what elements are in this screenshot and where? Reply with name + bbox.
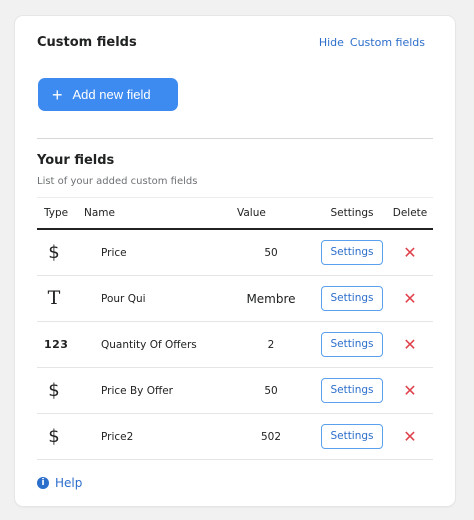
settings-button[interactable]: Settings — [321, 332, 383, 357]
table-row: $ Price By Offer 50 Settings ✕ — [37, 368, 433, 414]
help-link[interactable]: i Help — [37, 476, 82, 490]
column-header-settings: Settings — [330, 207, 374, 219]
custom-fields-link[interactable]: Custom fields — [350, 36, 425, 49]
custom-fields-card: Custom fields Hide Custom fields + Add n… — [15, 16, 455, 506]
table-header: Type Name Value Settings Delete — [37, 198, 433, 230]
delete-icon[interactable]: ✕ — [403, 289, 416, 308]
settings-button[interactable]: Settings — [321, 286, 383, 311]
plus-icon: + — [52, 84, 63, 105]
add-new-field-button[interactable]: + Add new field — [38, 78, 178, 111]
header-links: Hide Custom fields — [319, 36, 425, 49]
column-header-name: Name — [84, 207, 115, 219]
column-header-delete: Delete — [392, 207, 428, 219]
number-icon: 123 — [44, 337, 69, 351]
fields-table: Type Name Value Settings Delete $ Price … — [37, 197, 433, 460]
card-title: Custom fields — [37, 35, 137, 50]
text-icon: T — [47, 287, 61, 309]
divider — [37, 138, 433, 139]
delete-icon[interactable]: ✕ — [403, 427, 416, 446]
info-icon: i — [37, 477, 49, 489]
field-name: Price — [101, 246, 127, 259]
column-header-type: Type — [44, 207, 69, 219]
table-row: $ Price 50 Settings ✕ — [37, 230, 433, 276]
dollar-icon: $ — [48, 379, 60, 401]
dollar-icon: $ — [48, 425, 60, 447]
hide-link[interactable]: Hide — [319, 36, 344, 49]
add-new-field-label: Add new field — [72, 87, 151, 102]
help-label: Help — [55, 476, 83, 490]
field-name: Price By Offer — [101, 384, 173, 397]
table-row: 123 Quantity Of Offers 2 Settings ✕ — [37, 322, 433, 368]
field-value: 2 — [267, 338, 275, 351]
field-value: 50 — [264, 246, 278, 259]
column-header-value: Value — [237, 207, 266, 219]
field-value: 50 — [264, 384, 278, 397]
section-title: Your fields — [37, 153, 115, 168]
field-name: Price2 — [101, 430, 134, 443]
delete-icon[interactable]: ✕ — [403, 243, 416, 262]
dollar-icon: $ — [48, 241, 60, 263]
delete-icon[interactable]: ✕ — [403, 381, 416, 400]
delete-icon[interactable]: ✕ — [403, 335, 416, 354]
table-row: $ Price2 502 Settings ✕ — [37, 414, 433, 460]
field-name: Quantity Of Offers — [101, 338, 197, 351]
field-value: Membre — [246, 291, 296, 306]
settings-button[interactable]: Settings — [321, 240, 383, 265]
field-name: Pour Qui — [101, 292, 146, 305]
settings-button[interactable]: Settings — [321, 378, 383, 403]
field-value: 502 — [260, 430, 282, 443]
section-subtitle: List of your added custom fields — [37, 176, 198, 187]
settings-button[interactable]: Settings — [321, 424, 383, 449]
table-row: T Pour Qui Membre Settings ✕ — [37, 276, 433, 322]
card-header: Custom fields Hide Custom fields — [37, 35, 425, 50]
